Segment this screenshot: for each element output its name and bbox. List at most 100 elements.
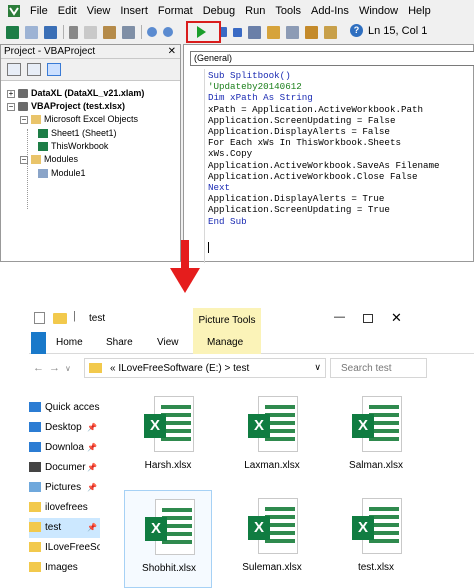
project-explorer-icon[interactable]	[267, 25, 280, 39]
menu-addins[interactable]: Add-Ins	[306, 5, 354, 17]
nav-desktop[interactable]: Desktop 📌	[29, 418, 100, 438]
maximize-icon[interactable]	[363, 314, 373, 323]
nav-ilovefreesoftware[interactable]: ILoveFreeSo	[29, 538, 100, 558]
file-item[interactable]: X Harsh.xlsx	[124, 388, 212, 486]
tree-node-label: Sheet1 (Sheet1)	[51, 128, 117, 138]
tree-node-excel-objects[interactable]: − Microsoft Excel Objects	[20, 113, 138, 125]
nav-test[interactable]: test 📌	[29, 518, 100, 538]
nav-quick-access[interactable]: Quick access	[29, 398, 100, 418]
close-icon[interactable]: ✕	[168, 45, 176, 59]
run-macro-icon[interactable]	[197, 26, 206, 38]
menu-run[interactable]: Run	[240, 5, 270, 17]
code-line: xWs.Copy	[208, 148, 440, 159]
menu-insert[interactable]: Insert	[115, 5, 153, 17]
file-name: Laxman.xlsx	[244, 460, 300, 471]
menu-format[interactable]: Format	[153, 5, 198, 17]
menu-window[interactable]: Window	[354, 5, 403, 17]
nav-pictures[interactable]: Pictures 📌	[29, 478, 100, 498]
object-dropdown[interactable]: (General)	[190, 51, 474, 66]
project-pane-title: Project - VBAProject ✕	[1, 45, 180, 59]
reset-icon[interactable]	[233, 27, 242, 37]
collapse-icon[interactable]: −	[7, 102, 15, 111]
menu-help[interactable]: Help	[403, 5, 436, 17]
redo-icon[interactable]	[163, 27, 173, 37]
breadcrumb-overflow[interactable]: «	[110, 363, 116, 374]
menu-debug[interactable]: Debug	[198, 5, 240, 17]
breadcrumb-chevron-icon[interactable]: >	[225, 363, 231, 374]
tab-share[interactable]: Share	[106, 332, 133, 354]
toolbox-icon[interactable]	[324, 25, 337, 39]
view-object-icon[interactable]	[27, 63, 41, 76]
nav-label: ILoveFreeSo	[45, 542, 100, 553]
file-item[interactable]: X Suleman.xlsx	[228, 490, 316, 588]
nav-images[interactable]: Images	[29, 558, 100, 578]
tree-node-dataxl[interactable]: + DataXL (DataXL_v21.xlam)	[7, 87, 144, 99]
menu-tools[interactable]: Tools	[270, 5, 306, 17]
copy-icon[interactable]	[84, 25, 97, 39]
minimize-icon[interactable]: —	[334, 311, 345, 323]
breadcrumb-drive[interactable]: ILoveFreeSoftware (E:)	[118, 363, 221, 374]
back-arrow-icon[interactable]: ←	[33, 362, 44, 374]
tab-home[interactable]: Home	[56, 332, 83, 354]
tree-node-label: Microsoft Excel Objects	[44, 114, 139, 124]
undo-icon[interactable]	[147, 27, 157, 37]
tree-node-thisworkbook[interactable]: ThisWorkbook	[38, 140, 108, 152]
tree-node-vbaproject[interactable]: − VBAProject (test.xlsx)	[7, 100, 125, 112]
insert-module-icon[interactable]	[25, 25, 38, 39]
file-list: X Harsh.xlsx X Laxman.xlsx X Salman.xlsx…	[124, 388, 474, 588]
tab-manage[interactable]: Manage	[207, 332, 243, 354]
quick-access-dropdown-icon[interactable]: |	[73, 310, 76, 322]
file-item[interactable]: X test.xlsx	[332, 490, 420, 588]
code-line-text: Sub Splitbook()	[208, 70, 291, 81]
tab-file[interactable]	[31, 332, 46, 354]
design-mode-icon[interactable]	[248, 25, 261, 39]
properties-icon[interactable]	[286, 25, 299, 39]
view-code-icon[interactable]	[7, 63, 21, 76]
nav-label: test	[45, 522, 62, 533]
tree-node-sheet1[interactable]: Sheet1 (Sheet1)	[38, 127, 117, 139]
tree-node-module1[interactable]: Module1	[38, 167, 86, 179]
help-icon[interactable]: ?	[350, 24, 363, 37]
address-bar[interactable]: « ILoveFreeSoftware (E:) > test ∨	[84, 358, 326, 378]
excel-view-icon[interactable]	[6, 25, 19, 39]
cut-icon[interactable]	[69, 25, 78, 39]
menu-bar: File Edit View Insert Format Debug Run T…	[0, 0, 474, 22]
cursor-position-status: Ln 15, Col 1	[368, 25, 428, 37]
nav-ilovefrees[interactable]: ilovefrees	[29, 498, 100, 518]
recent-dropdown-icon[interactable]: ∨	[65, 364, 71, 373]
tab-view[interactable]: View	[157, 332, 179, 354]
forward-arrow-icon[interactable]: →	[49, 362, 60, 374]
project-pane-toolbar	[1, 59, 180, 81]
object-browser-icon[interactable]	[305, 25, 318, 39]
paste-icon[interactable]	[103, 25, 116, 39]
file-explorer-window: | test Picture Tools — ✕ Home Share View…	[29, 308, 474, 588]
file-name: Harsh.xlsx	[144, 460, 192, 471]
menu-view[interactable]: View	[82, 5, 116, 17]
picture-tools-label: Picture Tools	[193, 308, 261, 332]
menu-file[interactable]: File	[25, 5, 53, 17]
chevron-down-icon[interactable]: ∨	[314, 362, 321, 373]
menu-edit[interactable]: Edit	[53, 5, 82, 17]
breadcrumb-test[interactable]: test	[233, 363, 249, 374]
file-item-selected[interactable]: X Shobhit.xlsx	[124, 490, 212, 588]
nav-documents[interactable]: Documer 📌	[29, 458, 100, 478]
close-icon[interactable]: ✕	[391, 310, 402, 326]
code-line: Application.DisplayAlerts = False	[208, 126, 440, 137]
code-line: Application.ScreenUpdating = True	[208, 204, 440, 215]
search-input[interactable]: Search test	[330, 358, 427, 378]
save-icon[interactable]	[44, 25, 57, 39]
toggle-folders-icon[interactable]	[47, 63, 61, 76]
code-editor[interactable]: Sub Splitbook() 'Updateby20140612 Dim xPat…	[208, 70, 440, 227]
file-item[interactable]: X Salman.xlsx	[332, 388, 420, 486]
expand-icon[interactable]: +	[7, 89, 15, 98]
code-window[interactable]: (General) Sub Splitbook() 'Updateby201406…	[183, 44, 474, 263]
vba-app-icon	[8, 5, 20, 17]
file-item[interactable]: X Laxman.xlsx	[228, 388, 316, 486]
tree-node-modules[interactable]: − Modules	[20, 153, 78, 165]
properties-checkbox-icon[interactable]	[34, 312, 45, 324]
tree-node-label: VBAProject (test.xlsx)	[31, 101, 126, 111]
nav-downloads[interactable]: Downloa 📌	[29, 438, 100, 458]
find-icon[interactable]	[122, 25, 135, 39]
collapse-icon[interactable]: −	[20, 155, 28, 164]
collapse-icon[interactable]: −	[20, 115, 28, 124]
